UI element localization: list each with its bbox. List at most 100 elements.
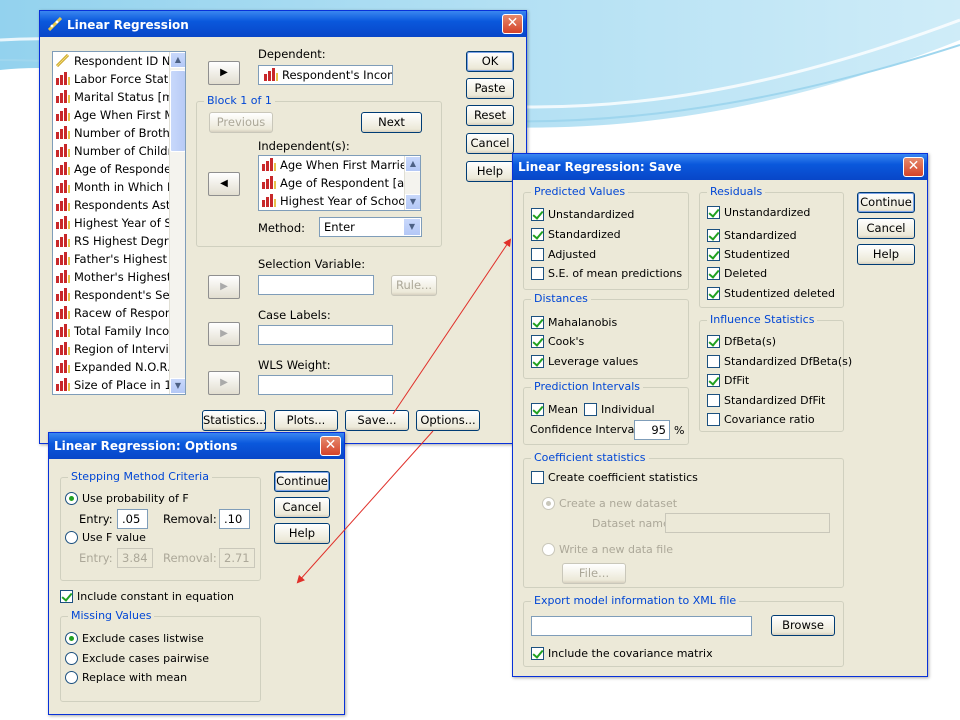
res-studentized-checkbox[interactable]: Studentized	[707, 248, 790, 261]
close-button[interactable]: ✕	[320, 436, 341, 456]
entry-prob-field[interactable]: .05	[117, 509, 148, 529]
std-dfbeta-checkbox[interactable]: Standardized DfBeta(s)	[707, 355, 852, 368]
case-labels-field[interactable]	[258, 325, 393, 345]
pred-unstandardized-checkbox[interactable]: Unstandardized	[531, 208, 634, 221]
include-constant-checkbox[interactable]: Include constant in equation	[60, 590, 234, 603]
variable-list[interactable]: Respondent ID Nu Labor Force Status Marita…	[52, 51, 186, 395]
close-button[interactable]: ✕	[502, 14, 523, 34]
move-to-selection-button[interactable]: ▶	[208, 275, 240, 299]
entry-f-field[interactable]: 3.84	[117, 548, 153, 568]
move-from-independents-button[interactable]: ◀	[208, 172, 240, 196]
pi-mean-checkbox[interactable]: Mean	[531, 403, 578, 416]
leverage-checkbox[interactable]: Leverage values	[531, 355, 638, 368]
res-unstandardized-checkbox[interactable]: Unstandardized	[707, 206, 810, 219]
cancel-button[interactable]: Cancel	[274, 497, 330, 518]
continue-button[interactable]: Continue	[857, 192, 915, 213]
variable-list-item[interactable]: Age of Responder	[53, 160, 185, 178]
browse-button[interactable]: Browse	[771, 615, 835, 636]
pred-standardized-checkbox[interactable]: Standardized	[531, 228, 621, 241]
removal-f-field[interactable]: 2.71	[219, 548, 255, 568]
dataset-name-field[interactable]	[665, 513, 830, 533]
include-covariance-checkbox[interactable]: Include the covariance matrix	[531, 647, 713, 660]
res-deleted-checkbox[interactable]: Deleted	[707, 267, 767, 280]
ok-button[interactable]: OK	[466, 51, 514, 72]
pred-adjusted-checkbox[interactable]: Adjusted	[531, 248, 596, 261]
cancel-button[interactable]: Cancel	[466, 133, 514, 154]
variable-list-item[interactable]: Father's Highest D	[53, 250, 185, 268]
variable-list-item[interactable]: Mother's Highest D	[53, 268, 185, 286]
std-dffit-checkbox[interactable]: Standardized DfFit	[707, 394, 825, 407]
pred-se-checkbox[interactable]: S.E. of mean predictions	[531, 267, 682, 280]
move-to-dependent-button[interactable]: ▶	[208, 61, 240, 85]
variable-list-item[interactable]: Highest Year of Sc	[53, 214, 185, 232]
removal-prob-field[interactable]: .10	[219, 509, 250, 529]
new-dataset-radio[interactable]: Create a new dataset	[542, 497, 677, 510]
xml-file-field[interactable]	[531, 616, 752, 636]
scroll-down-button[interactable]: ▼	[405, 194, 420, 210]
independents-list[interactable]: Age When First Married Age of Respondent …	[258, 155, 421, 211]
help-button[interactable]: Help	[857, 244, 915, 265]
use-probability-radio[interactable]: Use probability of F	[65, 492, 189, 505]
move-to-wls-button[interactable]: ▶	[208, 371, 240, 395]
variable-list-item[interactable]: Respondents Astro	[53, 196, 185, 214]
reset-button[interactable]: Reset	[466, 105, 514, 126]
dffit-checkbox[interactable]: DfFit	[707, 374, 749, 387]
variable-list-item[interactable]: Age When First Ma	[53, 106, 185, 124]
cooks-checkbox[interactable]: Cook's	[531, 335, 584, 348]
variable-list-item[interactable]: Month in Which R	[53, 178, 185, 196]
selection-variable-field[interactable]	[258, 275, 374, 295]
scroll-thumb[interactable]	[170, 70, 185, 152]
use-f-value-radio[interactable]: Use F value	[65, 531, 146, 544]
rule-button[interactable]: Rule...	[391, 275, 437, 296]
new-file-radio[interactable]: Write a new data file	[542, 543, 673, 556]
variable-list-item[interactable]: Marital Status [mar	[53, 88, 185, 106]
help-button[interactable]: Help	[466, 161, 514, 182]
res-standardized-checkbox[interactable]: Standardized	[707, 229, 797, 242]
close-button[interactable]: ✕	[903, 157, 924, 177]
chevron-down-icon[interactable]: ▼	[404, 219, 420, 235]
replace-mean-radio[interactable]: Replace with mean	[65, 671, 187, 684]
variable-list-item[interactable]: Total Family Incom	[53, 322, 185, 340]
move-to-case-labels-button[interactable]: ▶	[208, 322, 240, 346]
independent-list-item[interactable]: Age When First Married	[259, 156, 420, 174]
pi-individual-checkbox[interactable]: Individual	[584, 403, 655, 416]
covariance-ratio-checkbox[interactable]: Covariance ratio	[707, 413, 815, 426]
statistics-button[interactable]: Statistics...	[202, 410, 267, 431]
wls-weight-field[interactable]	[258, 375, 393, 395]
previous-button[interactable]: Previous	[209, 112, 273, 133]
independent-list-item[interactable]: Highest Year of School (	[259, 192, 420, 210]
dependent-field[interactable]: Respondent's Income	[258, 65, 393, 85]
options-button[interactable]: Options...	[416, 410, 480, 431]
confidence-interval-field[interactable]: 95	[634, 420, 670, 440]
scroll-up-button[interactable]: ▲	[170, 52, 185, 68]
file-button[interactable]: File...	[562, 563, 626, 584]
next-button[interactable]: Next	[361, 112, 422, 133]
variable-list-item[interactable]: Number of Brothers	[53, 124, 185, 142]
variable-list-item[interactable]: Racew of Respone	[53, 304, 185, 322]
dfbeta-checkbox[interactable]: DfBeta(s)	[707, 335, 776, 348]
res-studentized-deleted-checkbox[interactable]: Studentized deleted	[707, 287, 835, 300]
mahalanobis-checkbox[interactable]: Mahalanobis	[531, 316, 617, 329]
variable-list-item[interactable]: Size of Place in 10	[53, 376, 185, 394]
variable-list-item[interactable]: Respondent ID Nu	[53, 52, 185, 70]
paste-button[interactable]: Paste	[466, 78, 514, 99]
variable-list-scrollbar[interactable]: ▲ ▼	[169, 52, 185, 394]
exclude-pairwise-radio[interactable]: Exclude cases pairwise	[65, 652, 209, 665]
plots-button[interactable]: Plots...	[274, 410, 338, 431]
variable-list-item[interactable]: Expanded N.O.R.C	[53, 358, 185, 376]
variable-list-item[interactable]: Number of Children	[53, 142, 185, 160]
independent-list-item[interactable]: Age of Respondent [age	[259, 174, 420, 192]
save-button[interactable]: Save...	[345, 410, 409, 431]
variable-list-item[interactable]: Region of Interview	[53, 340, 185, 358]
independents-scrollbar[interactable]: ▲ ▼	[404, 156, 420, 210]
exclude-listwise-radio[interactable]: Exclude cases listwise	[65, 632, 204, 645]
help-button[interactable]: Help	[274, 523, 330, 544]
create-coef-checkbox[interactable]: Create coefficient statistics	[531, 471, 698, 484]
continue-button[interactable]: Continue	[274, 471, 330, 492]
variable-list-item[interactable]: Labor Force Status	[53, 70, 185, 88]
method-select[interactable]: Enter ▼	[319, 217, 422, 237]
scroll-up-button[interactable]: ▲	[405, 156, 420, 172]
cancel-button[interactable]: Cancel	[857, 218, 915, 239]
variable-list-item[interactable]: Respondent's Sex	[53, 286, 185, 304]
scroll-down-button[interactable]: ▼	[170, 378, 185, 394]
